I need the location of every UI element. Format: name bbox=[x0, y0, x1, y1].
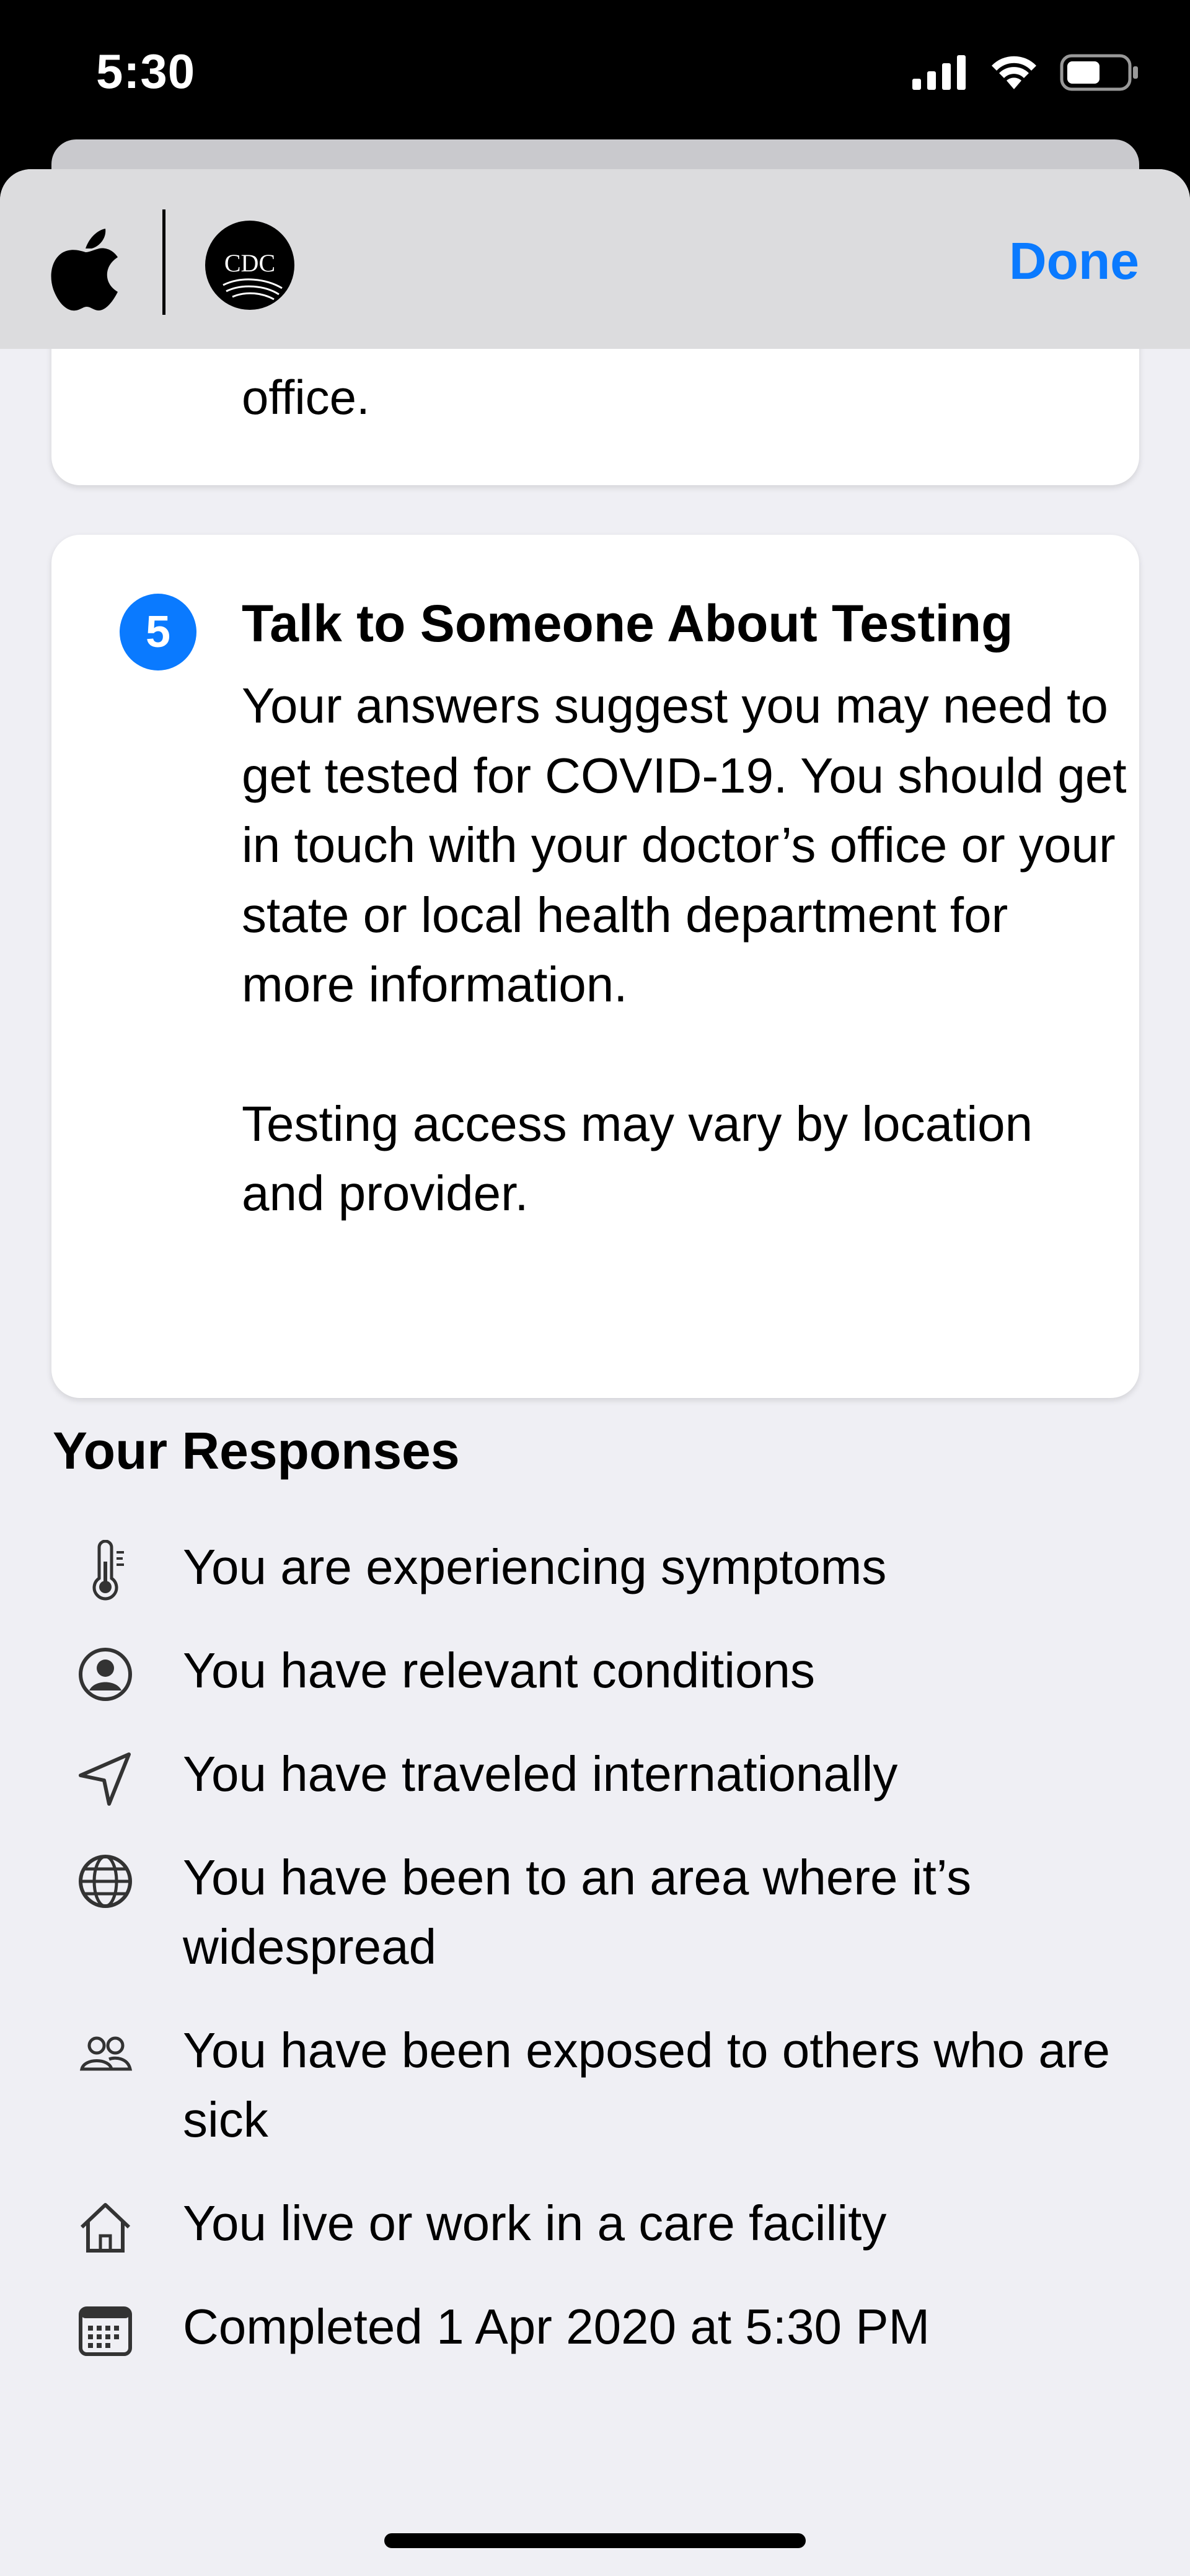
responses-heading: Your Responses bbox=[53, 1422, 460, 1480]
response-text: You have relevant conditions bbox=[183, 1643, 815, 1698]
done-button[interactable]: Done bbox=[1009, 231, 1139, 291]
people-icon bbox=[79, 2036, 133, 2071]
list-item: Completed 1 Apr 2020 at 5:30 PM bbox=[0, 2292, 1190, 2362]
card-body: Your answers suggest you may need to get… bbox=[242, 671, 1128, 1229]
status-icons bbox=[912, 51, 1140, 94]
list-item: You have been exposed to others who are … bbox=[0, 2016, 1190, 2155]
response-text: You have been to an area where it’s wide… bbox=[183, 1850, 972, 1974]
step-number-badge: 5 bbox=[120, 594, 196, 670]
testing-card: 5 Talk to Someone About Testing Your ans… bbox=[51, 535, 1139, 1398]
calendar-icon bbox=[79, 2306, 132, 2356]
previous-step-text: office. bbox=[242, 370, 370, 424]
location-arrow-icon bbox=[79, 1752, 131, 1806]
wifi-icon bbox=[992, 56, 1036, 89]
response-text: You live or work in a care facility bbox=[183, 2196, 887, 2251]
list-item: You live or work in a care facility bbox=[0, 2189, 1190, 2258]
list-item: You are experiencing symptoms bbox=[0, 1532, 1190, 1602]
header-divider bbox=[162, 209, 165, 315]
list-item: You have traveled internationally bbox=[0, 1739, 1190, 1809]
response-text: You have traveled internationally bbox=[183, 1746, 898, 1801]
cdc-logo: CDC bbox=[205, 221, 294, 310]
sheet-header: CDC Done bbox=[0, 169, 1190, 349]
response-text: You are experiencing symptoms bbox=[183, 1539, 887, 1594]
home-indicator[interactable] bbox=[384, 2533, 806, 2548]
globe-icon bbox=[79, 1855, 132, 1908]
apple-logo-icon bbox=[51, 229, 118, 311]
responses-list: You are experiencing symptoms You have r… bbox=[0, 1532, 1190, 2396]
response-text: Completed 1 Apr 2020 at 5:30 PM bbox=[183, 2299, 930, 2354]
card-paragraph: Testing access may vary by location and … bbox=[242, 1096, 1033, 1221]
battery-icon bbox=[1060, 54, 1138, 91]
status-time: 5:30 bbox=[96, 44, 196, 99]
response-text: You have been exposed to others who are … bbox=[183, 2023, 1110, 2147]
list-item: You have been to an area where it’s wide… bbox=[0, 1843, 1190, 1982]
signal-icon bbox=[912, 55, 966, 90]
thermometer-icon bbox=[92, 1540, 124, 1601]
card-paragraph: Your answers suggest you may need to get… bbox=[242, 678, 1127, 1012]
covid-results-sheet: CDC Done worse, contact your doctor’s of… bbox=[0, 169, 1190, 2576]
card-title: Talk to Someone About Testing bbox=[242, 594, 1013, 653]
svg-text:CDC: CDC bbox=[224, 249, 275, 277]
person-circle-icon bbox=[79, 1648, 132, 1701]
house-icon bbox=[80, 2203, 131, 2253]
list-item: You have relevant conditions bbox=[0, 1636, 1190, 1705]
